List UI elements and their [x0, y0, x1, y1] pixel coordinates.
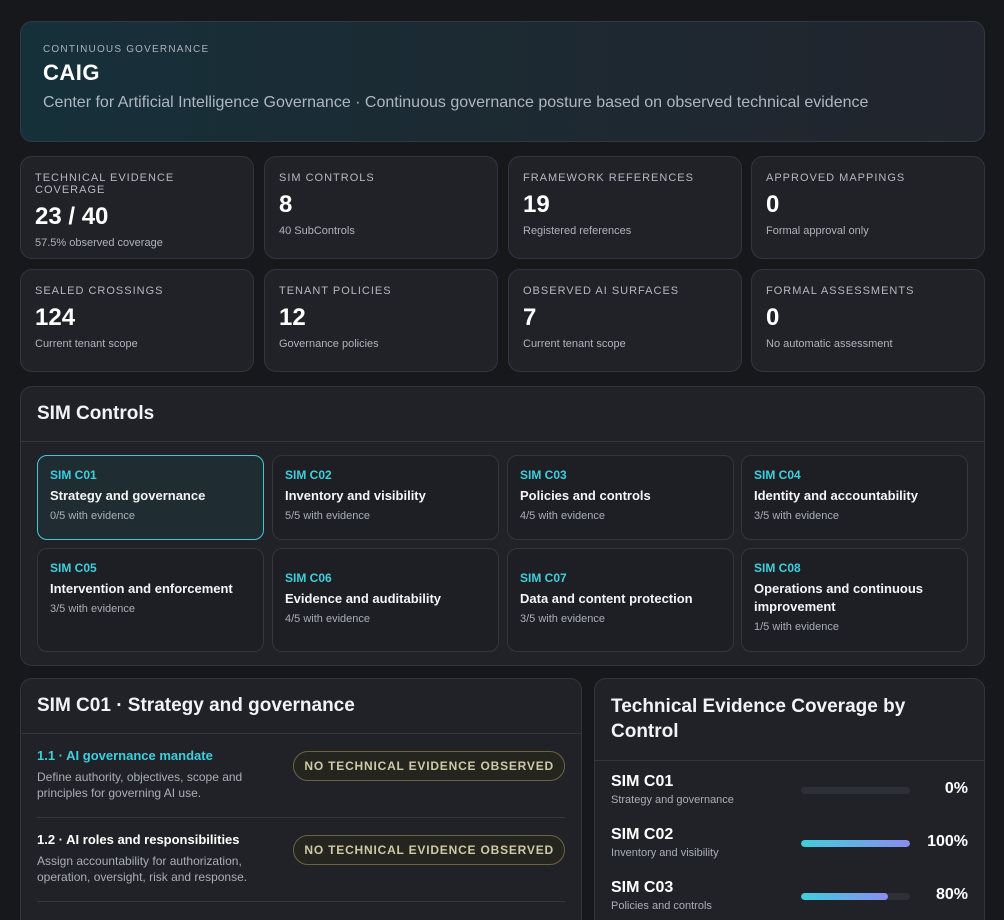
page-title: CAIG: [43, 60, 100, 85]
control-code: SIM C07: [520, 571, 567, 585]
metric-note: Current tenant scope: [35, 338, 138, 350]
metric-label: TECHNICAL EVIDENCE COVERAGE: [35, 172, 175, 196]
control-detail-title: SIM C01 · Strategy and governance: [21, 679, 581, 734]
control-code: SIM C01: [50, 468, 97, 482]
metric-note: Governance policies: [279, 338, 379, 350]
coverage-control-code: SIM C01: [611, 773, 674, 790]
control-name: Evidence and auditability: [285, 591, 442, 606]
control-code: SIM C02: [285, 468, 332, 482]
coverage-bar-fill: [801, 893, 889, 900]
control-name: Data and content protection: [520, 591, 693, 606]
metric-value: 124: [35, 304, 76, 331]
control-card-sim-c08[interactable]: SIM C08 Operations and continuous improv…: [741, 548, 968, 652]
control-name: Operations and continuous improvement: [754, 581, 924, 614]
control-detail-panel: SIM C01 · Strategy and governance 1.1 · …: [20, 678, 582, 920]
page-header: CONTINUOUS GOVERNANCE CAIG Center for Ar…: [20, 21, 985, 142]
evidence-status-badge: NO TECHNICAL EVIDENCE OBSERVED: [293, 835, 565, 865]
metric-note: 57.5% observed coverage: [35, 237, 163, 249]
coverage-bar: [801, 787, 910, 794]
metric-card-evidence-coverage: TECHNICAL EVIDENCE COVERAGE 23 / 40 57.5…: [20, 156, 254, 259]
subcontrol-description: Assign accountability for authorization,…: [37, 854, 248, 884]
control-evidence: 3/5 with evidence: [754, 510, 839, 522]
metric-value: 7: [523, 304, 537, 331]
control-name: Identity and accountability: [754, 488, 918, 503]
subcontrol-item[interactable]: 1.1 · AI governance mandate Define autho…: [37, 734, 565, 818]
metric-note: Current tenant scope: [523, 338, 626, 350]
control-card-sim-c04[interactable]: SIM C04 Identity and accountability 3/5 …: [741, 455, 968, 540]
metric-value: 8: [279, 191, 293, 218]
control-evidence: 5/5 with evidence: [285, 510, 370, 522]
control-evidence: 1/5 with evidence: [754, 621, 839, 633]
metric-card-observed-ai-surfaces: OBSERVED AI SURFACES 7 Current tenant sc…: [508, 269, 742, 372]
header-eyebrow: CONTINUOUS GOVERNANCE: [43, 44, 210, 55]
coverage-bar: [801, 893, 910, 900]
control-name: Policies and controls: [520, 488, 651, 503]
metric-note: 40 SubControls: [279, 225, 355, 237]
sim-controls-title: SIM Controls: [21, 387, 984, 442]
control-card-sim-c06[interactable]: SIM C06 Evidence and auditability 4/5 wi…: [272, 548, 499, 652]
coverage-percent: 80%: [935, 886, 968, 903]
control-card-sim-c05[interactable]: SIM C05 Intervention and enforcement 3/5…: [37, 548, 264, 652]
metric-value: 19: [523, 191, 550, 218]
coverage-control-name: Strategy and governance: [611, 794, 734, 806]
metric-label: TENANT POLICIES: [279, 285, 392, 297]
coverage-row: SIM C02 Inventory and visibility 100%: [611, 814, 968, 867]
metric-label: SIM CONTROLS: [279, 172, 375, 184]
subcontrol-description: Define authority, objectives, scope and …: [37, 770, 243, 800]
coverage-percent: 100%: [927, 833, 968, 850]
control-evidence: 3/5 with evidence: [520, 613, 605, 625]
control-evidence: 4/5 with evidence: [520, 510, 605, 522]
coverage-by-control-panel: Technical Evidence Coverage by Control S…: [594, 678, 985, 920]
control-name: Strategy and governance: [50, 488, 206, 503]
control-code: SIM C03: [520, 468, 567, 482]
control-name: Intervention and enforcement: [50, 581, 233, 596]
control-card-sim-c01[interactable]: SIM C01 Strategy and governance 0/5 with…: [37, 455, 264, 540]
control-card-sim-c03[interactable]: SIM C03 Policies and controls 4/5 with e…: [507, 455, 734, 540]
coverage-percent: 0%: [944, 780, 968, 797]
coverage-bar-fill: [801, 840, 910, 847]
coverage-row: SIM C01 Strategy and governance 0%: [611, 761, 968, 814]
control-evidence: 4/5 with evidence: [285, 613, 370, 625]
metric-value: 12: [279, 304, 306, 331]
control-code: SIM C04: [754, 468, 801, 482]
coverage-row: SIM C03 Policies and controls 80%: [611, 867, 968, 920]
coverage-title: Technical Evidence Coverage by Control: [595, 679, 984, 761]
metric-value: 0: [766, 191, 780, 218]
metric-value: 0: [766, 304, 780, 331]
metric-card-sealed-crossings: SEALED CROSSINGS 124 Current tenant scop…: [20, 269, 254, 372]
metric-note: No automatic assessment: [766, 338, 893, 350]
metric-card-sim-controls: SIM CONTROLS 8 40 SubControls: [264, 156, 498, 259]
sim-controls-panel: SIM Controls SIM C01 Strategy and govern…: [20, 386, 985, 666]
metric-card-tenant-policies: TENANT POLICIES 12 Governance policies: [264, 269, 498, 372]
metric-card-framework-references: FRAMEWORK REFERENCES 19 Registered refer…: [508, 156, 742, 259]
control-card-sim-c07[interactable]: SIM C07 Data and content protection 3/5 …: [507, 548, 734, 652]
metric-value: 23 / 40: [35, 203, 109, 230]
coverage-control-code: SIM C02: [611, 826, 674, 843]
metric-label: SEALED CROSSINGS: [35, 285, 164, 297]
metric-note: Registered references: [523, 225, 632, 237]
control-name: Inventory and visibility: [285, 488, 426, 503]
coverage-control-name: Policies and controls: [611, 900, 712, 912]
control-code: SIM C06: [285, 571, 332, 585]
control-code: SIM C08: [754, 561, 801, 575]
control-code: SIM C05: [50, 561, 97, 575]
page-subtitle: Center for Artificial Intelligence Gover…: [43, 94, 869, 111]
control-evidence: 0/5 with evidence: [50, 510, 135, 522]
subcontrol-item[interactable]: 1.2 · AI roles and responsibilities Assi…: [37, 818, 565, 902]
coverage-control-code: SIM C03: [611, 879, 674, 896]
metric-label: OBSERVED AI SURFACES: [523, 285, 680, 297]
coverage-bar: [801, 840, 910, 847]
metric-card-approved-mappings: APPROVED MAPPINGS 0 Formal approval only: [751, 156, 985, 259]
control-evidence: 3/5 with evidence: [50, 603, 135, 615]
evidence-status-badge: NO TECHNICAL EVIDENCE OBSERVED: [293, 751, 565, 781]
metric-note: Formal approval only: [766, 225, 869, 237]
control-card-sim-c02[interactable]: SIM C02 Inventory and visibility 5/5 wit…: [272, 455, 499, 540]
metric-label: FORMAL ASSESSMENTS: [766, 285, 915, 297]
coverage-control-name: Inventory and visibility: [611, 847, 719, 859]
metric-label: APPROVED MAPPINGS: [766, 172, 906, 184]
metric-card-formal-assessments: FORMAL ASSESSMENTS 0 No automatic assess…: [751, 269, 985, 372]
metric-label: FRAMEWORK REFERENCES: [523, 172, 694, 184]
